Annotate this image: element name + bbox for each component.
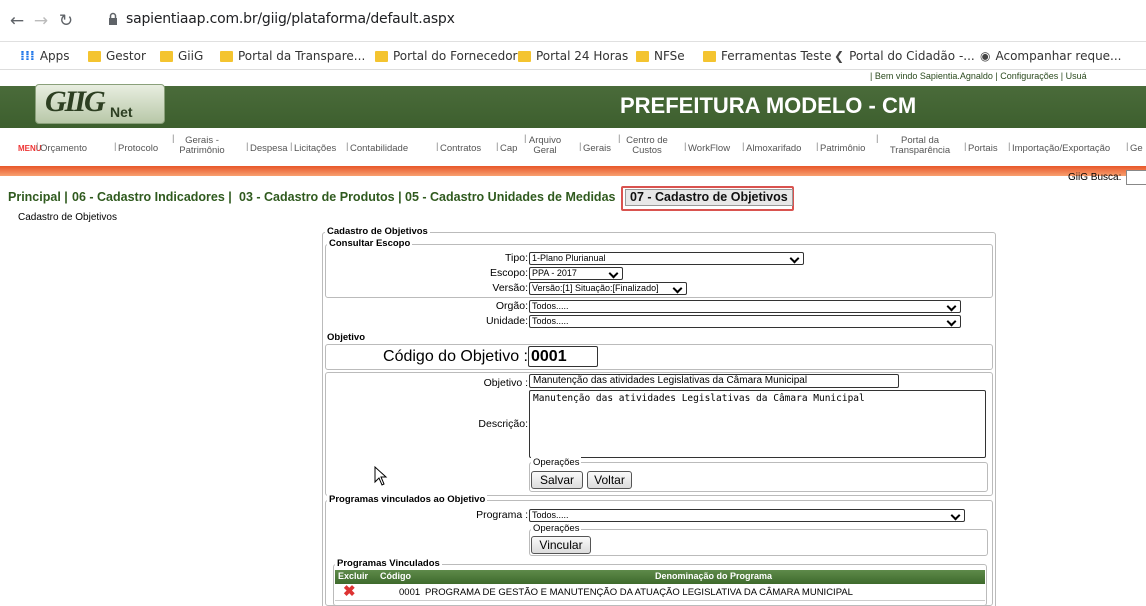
objetivo-label: Objetivo : [483, 377, 528, 389]
menu-item-contabilidade[interactable]: Contabilidade [346, 142, 408, 154]
folder-icon [88, 50, 101, 62]
address-bar[interactable]: sapientiaap.com.br/giig/plataforma/defau… [126, 11, 455, 27]
menu-item-orcamento[interactable]: Orçamento [36, 142, 87, 154]
folder-icon [518, 50, 531, 62]
operacoes-legend: Operações [531, 457, 582, 468]
tipo-label: Tipo: [505, 252, 528, 264]
col-denominacao: Denominação do Programa [655, 571, 773, 581]
bookmark-portal-24h[interactable]: Portal 24 Horas [518, 47, 628, 65]
codigo-input[interactable]: 0001 [528, 346, 598, 367]
bookmark-portal-fornecedor[interactable]: Portal do Fornecedor [375, 47, 517, 65]
bookmark-portal-cidadao[interactable]: ❮ Portal do Cidadão -... [834, 47, 975, 65]
bookmark-nfse[interactable]: NFSe [636, 47, 685, 65]
reload-icon[interactable]: ↻ [55, 10, 77, 32]
bookmarks-bar: ⁞⁞⁞ Apps Gestor GiiG Portal da Transpare.… [0, 42, 1146, 70]
unidade-select[interactable]: Todos..... [529, 315, 961, 328]
bookmark-gestor[interactable]: Gestor [88, 47, 146, 65]
page-title: PREFEITURA MODELO - CM [620, 93, 917, 118]
delete-x-icon[interactable]: ✖ [343, 584, 356, 599]
folder-icon [160, 50, 173, 62]
menu-item-gerais-patrimonio[interactable]: Gerais - Patrimônio [172, 134, 228, 156]
logo-text: GIIG [45, 85, 106, 118]
mouse-cursor-icon [374, 466, 388, 486]
folder-icon [703, 50, 716, 62]
objetivo-input[interactable]: Manutenção das atividades Legislativas d… [529, 374, 899, 388]
tipo-select[interactable]: 1-Plano Plurianual [529, 252, 804, 265]
apps-grid-icon: ⁞⁞⁞ [20, 48, 35, 64]
tab-cadastro-objetivos[interactable]: 07 - Cadastro de Objetivos [625, 189, 793, 206]
menu-item-workflow[interactable]: WorkFlow [684, 142, 730, 154]
vincular-button[interactable]: Vincular [531, 536, 591, 554]
lock-icon [109, 12, 117, 25]
descricao-textarea[interactable]: Manutenção das atividades Legislativas d… [529, 390, 986, 458]
menu-item-patrimonio[interactable]: Patrimônio [816, 142, 865, 154]
bookmark-apps[interactable]: ⁞⁞⁞ Apps [20, 47, 70, 65]
versao-select[interactable]: Versão:[1] Situação:[Finalizado] [529, 282, 687, 295]
programa-select[interactable]: Todos..... [529, 509, 965, 522]
menu-item-cap[interactable]: Cap [496, 142, 518, 154]
table-row: ✖ 0001 PROGRAMA DE GESTÃO E MANUTENÇÃO D… [335, 584, 985, 601]
orgao-select[interactable]: Todos..... [529, 300, 961, 313]
table-header: Excluir Código Denominação do Programa [335, 570, 985, 584]
programas-operacoes-fieldset [529, 529, 988, 556]
menu-item-importacao-exportacao[interactable]: Importação/Exportação [1008, 142, 1110, 154]
tab-cadastro-produtos[interactable]: 03 - Cadastro de Produtos | [239, 190, 402, 208]
chevron-left-icon: ❮ [834, 49, 845, 63]
menu-item-licitacoes[interactable]: Licitações [290, 142, 336, 154]
menu-item-ge[interactable]: Ge [1126, 142, 1143, 154]
busca-label: GiiG Busca: [1068, 172, 1122, 183]
menu-item-centro-custos[interactable]: Centro de Custos [618, 134, 672, 156]
menu-item-arquivo-geral[interactable]: Arquivo Geral [524, 134, 562, 156]
salvar-button[interactable]: Salvar [531, 471, 583, 489]
programas-operacoes-legend: Operações [531, 523, 582, 534]
escopo-label: Escopo: [490, 267, 528, 279]
menu-item-portais[interactable]: Portais [964, 142, 998, 154]
bookmark-portal-transparencia[interactable]: Portal da Transpare... [220, 47, 365, 65]
menu-item-gerais[interactable]: Gerais [579, 142, 611, 154]
menu-item-despesa[interactable]: Despesa [246, 142, 287, 154]
versao-label: Versão: [492, 282, 528, 294]
folder-icon [636, 50, 649, 62]
col-excluir: Excluir [338, 571, 369, 581]
folder-icon [375, 50, 388, 62]
welcome-links[interactable]: | Bem vindo Sapientia.Agnaldo | Configur… [870, 71, 1087, 81]
voltar-button[interactable]: Voltar [587, 471, 632, 489]
menu-item-portal-transparencia[interactable]: Portal da Transparência [876, 134, 960, 156]
menu-item-almoxarifado[interactable]: Almoxarifado [742, 142, 801, 154]
unidade-label: Unidade: [485, 315, 528, 327]
vinculados-legend: Programas Vinculados [335, 558, 442, 569]
objetivo-legend: Objetivo [325, 332, 368, 343]
cadastro-legend: Cadastro de Objetivos [325, 226, 430, 237]
back-icon[interactable]: ← [6, 10, 28, 32]
menu-underline [0, 166, 1146, 176]
tab-cadastro-unidades[interactable]: 05 - Cadastro Unidades de Medidas [405, 190, 615, 208]
bookmark-giig[interactable]: GiiG [160, 47, 203, 65]
folder-icon [220, 50, 233, 62]
bookmark-ferramentas[interactable]: Ferramentas Teste [703, 47, 831, 65]
tab-principal[interactable]: Principal | [8, 190, 68, 208]
descricao-label: Descrição: [478, 418, 528, 430]
orgao-label: Orgão: [495, 300, 528, 312]
menu-item-contratos[interactable]: Contratos [436, 142, 481, 154]
programa-label: Programa : [476, 509, 528, 521]
codigo-label: Código do Objetivo : [383, 348, 528, 365]
breadcrumb: Cadastro de Objetivos [18, 212, 117, 223]
tab-cadastro-indicadores[interactable]: 06 - Cadastro Indicadores | [72, 190, 232, 208]
forward-icon[interactable]: → [30, 10, 52, 32]
programas-legend: Programas vinculados ao Objetivo [327, 494, 488, 505]
logo-sub: Net [110, 104, 133, 120]
globe-icon: ◉ [980, 49, 991, 63]
menu-item-protocolo[interactable]: Protocolo [114, 142, 158, 154]
escopo-legend: Consultar Escopo [327, 238, 413, 249]
col-codigo: Código [380, 571, 411, 581]
escopo-select[interactable]: PPA - 2017 [529, 267, 623, 280]
bookmark-acompanhar[interactable]: ◉ Acompanhar reque... [980, 47, 1122, 65]
row-codigo: 0001 [399, 587, 421, 598]
row-denominacao: PROGRAMA DE GESTÃO E MANUTENÇÃO DA ATUAÇ… [425, 587, 853, 598]
busca-input[interactable] [1126, 170, 1146, 185]
